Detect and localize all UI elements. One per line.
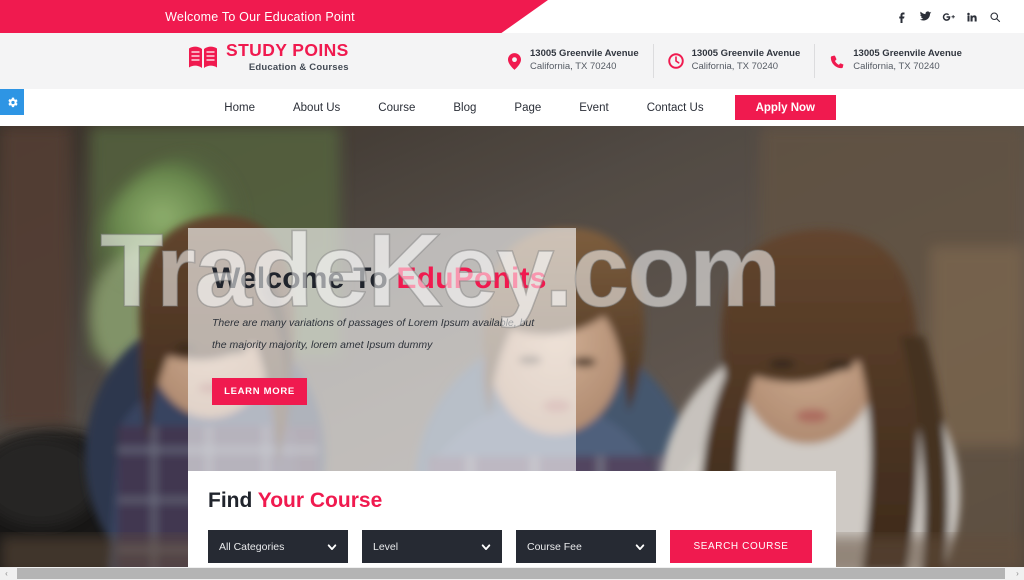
- chevron-down-icon: [635, 542, 645, 552]
- hero-title-plain: Welcome To: [212, 262, 397, 295]
- nav-item-about-us[interactable]: About Us: [274, 89, 359, 126]
- scrollbar-thumb[interactable]: [17, 568, 1005, 579]
- header-bar: STUDY POINS Education & Courses 13005 Gr…: [0, 33, 1024, 89]
- nav-item-course[interactable]: Course: [359, 89, 434, 126]
- nav-item-event[interactable]: Event: [560, 89, 627, 126]
- find-course-controls: All Categories Level Course Fee SEARCH C…: [208, 530, 816, 563]
- find-course-panel: Find Your Course All Categories Level Co…: [188, 471, 836, 568]
- chevron-down-icon: [327, 542, 337, 552]
- clock-icon: [668, 51, 685, 71]
- phone-icon: [829, 51, 846, 71]
- search-course-button[interactable]: SEARCH COURSE: [670, 530, 812, 563]
- navigation-bar: Home About Us Course Blog Page Event Con…: [0, 89, 1024, 126]
- scroll-left-arrow[interactable]: ‹: [0, 567, 13, 580]
- learn-more-button[interactable]: LEARN MORE: [212, 378, 307, 406]
- nav-item-blog[interactable]: Blog: [434, 89, 495, 126]
- find-title-highlight: Your Course: [257, 489, 383, 512]
- chevron-down-icon: [481, 542, 491, 552]
- logo-title: STUDY POINS: [226, 40, 349, 60]
- logo-subtitle: Education & Courses: [248, 62, 349, 73]
- location-pin-icon: [506, 51, 523, 71]
- nav-item-home[interactable]: Home: [205, 89, 274, 126]
- gear-icon[interactable]: [0, 89, 24, 115]
- contact-phone-line2: California, TX 70240: [853, 61, 940, 72]
- contact-block-hours: 13005 Greenvile Avenue California, TX 70…: [652, 44, 815, 78]
- find-course-title: Find Your Course: [208, 489, 816, 513]
- top-bar: Welcome To Our Education Point: [0, 0, 1024, 33]
- nav-links: Home About Us Course Blog Page Event Con…: [188, 89, 836, 126]
- hero-subtitle: There are many variations of passages of…: [212, 317, 535, 351]
- find-title-plain: Find: [208, 489, 258, 512]
- contact-phone-line1: 13005 Greenvile Avenue: [853, 48, 962, 60]
- category-select[interactable]: All Categories: [208, 530, 348, 563]
- hero-title: Welcome To EduPonits: [212, 262, 548, 296]
- scrollbar-track[interactable]: [13, 567, 1011, 580]
- contact-block-address: 13005 Greenvile Avenue California, TX 70…: [492, 44, 653, 78]
- contact-block-phone: 13005 Greenvile Avenue California, TX 70…: [814, 44, 976, 78]
- nav-item-contact-us[interactable]: Contact Us: [628, 89, 723, 126]
- linkedin-icon[interactable]: [960, 0, 983, 33]
- contact-address-line2: California, TX 70240: [530, 61, 617, 72]
- hero-text-panel: Welcome To EduPonits There are many vari…: [188, 228, 576, 501]
- book-icon: [188, 44, 218, 70]
- hero-title-highlight: EduPonits: [396, 262, 547, 295]
- contact-info-group: 13005 Greenvile Avenue California, TX 70…: [492, 44, 976, 78]
- level-select[interactable]: Level: [362, 530, 502, 563]
- social-links: [891, 0, 1006, 33]
- scroll-right-arrow[interactable]: ›: [1011, 567, 1024, 580]
- site-logo[interactable]: STUDY POINS Education & Courses: [188, 40, 349, 73]
- contact-address-line1: 13005 Greenvile Avenue: [530, 48, 639, 60]
- contact-hours-line1: 13005 Greenvile Avenue: [691, 48, 801, 60]
- course-fee-select[interactable]: Course Fee: [516, 530, 656, 563]
- horizontal-scrollbar[interactable]: ‹ ›: [0, 567, 1024, 580]
- twitter-icon[interactable]: [914, 0, 937, 33]
- facebook-icon[interactable]: [891, 0, 914, 33]
- category-select-value: All Categories: [219, 540, 285, 553]
- page-root: Welcome To EduPonits There are many vari…: [0, 0, 1024, 580]
- welcome-text: Welcome To Our Education Point: [165, 9, 355, 24]
- search-icon[interactable]: [983, 0, 1006, 33]
- google-plus-icon[interactable]: [937, 0, 960, 33]
- course-fee-select-value: Course Fee: [527, 540, 582, 553]
- level-select-value: Level: [373, 540, 399, 553]
- nav-item-page[interactable]: Page: [495, 89, 560, 126]
- contact-hours-line2: California, TX 70240: [691, 61, 779, 72]
- apply-now-button[interactable]: Apply Now: [734, 95, 836, 120]
